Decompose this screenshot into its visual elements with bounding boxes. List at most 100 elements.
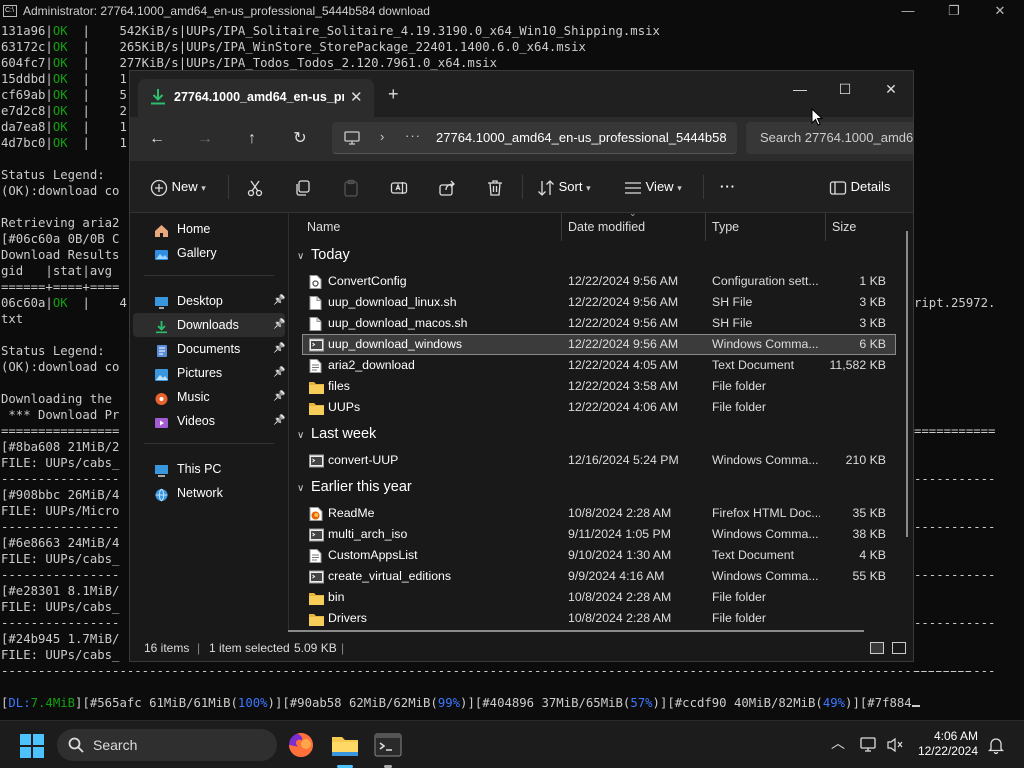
file-row[interactable]: CustomAppsList 9/10/2024 1:30 AM Text Docu… — [302, 545, 896, 566]
new-button[interactable]: New ▾ — [150, 175, 206, 199]
delete-button[interactable] — [486, 175, 504, 199]
file-row[interactable]: convert-UUP 12/16/2024 5:24 PM Windows Com… — [302, 450, 896, 471]
refresh-icon[interactable]: ↻ — [288, 127, 312, 151]
explorer-close-button[interactable]: ✕ — [868, 75, 913, 105]
sidebar-item-label: Music — [177, 390, 210, 404]
console-title-bar[interactable]: C:\ Administrator: 27764.1000_amd64_en-u… — [0, 0, 1024, 23]
explorer-minimize-button[interactable]: — — [777, 75, 823, 105]
console-minimize-button[interactable]: — — [885, 0, 931, 23]
chevron-right-icon[interactable]: › — [380, 129, 384, 144]
group-header[interactable]: ∨ Earlier this year — [297, 479, 412, 495]
search-input[interactable]: Search 27764.1000_amd64_en-us_profession… — [760, 130, 913, 145]
group-header[interactable]: ∨ Last week — [297, 426, 376, 442]
breadcrumb-overflow[interactable]: ··· — [405, 128, 421, 143]
sidebar-item-home[interactable]: Home — [133, 217, 285, 241]
sidebar-item-desktop[interactable]: Desktop 📌 — [133, 289, 285, 313]
cut-button[interactable] — [246, 175, 264, 199]
sort-button[interactable]: Sort ▾ — [537, 175, 591, 199]
file-type: File folder — [712, 379, 766, 393]
column-divider[interactable] — [705, 213, 706, 241]
file-row[interactable]: Drivers 10/8/2024 2:28 AM File folder — [302, 608, 896, 629]
vertical-scrollbar[interactable] — [906, 231, 908, 537]
breadcrumb-current-folder[interactable]: 27764.1000_amd64_en-us_professional_5444… — [436, 130, 726, 145]
videos-icon — [154, 414, 169, 428]
file-row[interactable]: uup_download_linux.sh 12/22/2024 9:56 AM S… — [302, 292, 896, 313]
console-text: )][#7f884 — [845, 696, 912, 710]
pin-icon[interactable]: 📌 — [273, 361, 285, 385]
paste-button[interactable] — [342, 175, 360, 199]
console-close-button[interactable]: ✕ — [977, 0, 1023, 23]
desktop-icon — [154, 294, 169, 309]
search-box[interactable]: Search 27764.1000_amd64_en-us_profession… — [746, 122, 913, 154]
file-row[interactable]: bin 10/8/2024 2:28 AM File folder — [302, 587, 896, 608]
sidebar-item-gallery[interactable]: Gallery — [133, 241, 285, 265]
sidebar-item-network[interactable]: Network — [133, 481, 285, 505]
column-divider[interactable] — [561, 213, 562, 241]
sidebar-item-downloads[interactable]: Downloads 📌 — [133, 313, 285, 337]
sidebar-item-videos[interactable]: Videos 📌 — [133, 409, 285, 433]
view-button[interactable]: View ▾ — [624, 175, 682, 199]
network-status-icon[interactable] — [860, 737, 878, 753]
large-icons-view-icon[interactable] — [892, 642, 906, 654]
status-ok: OK — [52, 136, 68, 150]
console-line: [#e28301 8.1MiB/ — [1, 583, 119, 599]
firefox-icon[interactable] — [284, 728, 318, 762]
address-bar[interactable]: › ··· 27764.1000_amd64_en-us_professiona… — [332, 122, 737, 154]
sort-icon — [538, 179, 554, 196]
pin-icon[interactable]: 📌 — [273, 337, 285, 361]
column-header-name[interactable]: Name — [307, 213, 340, 241]
chevron-up-icon[interactable]: ︿ — [831, 733, 845, 753]
pin-icon[interactable]: 📌 — [273, 289, 285, 313]
console-maximize-button[interactable]: ❐ — [931, 0, 977, 23]
windows-start-icon[interactable] — [20, 734, 44, 758]
column-divider[interactable] — [825, 213, 826, 241]
copy-button[interactable] — [294, 175, 312, 199]
file-size: 55 KB — [852, 569, 887, 583]
console-text: *** Download Pr — [1, 408, 120, 422]
pin-icon[interactable]: 📌 — [273, 409, 285, 433]
new-tab-button[interactable]: + — [388, 84, 399, 105]
console-text: Download Results — [1, 248, 120, 262]
rename-button[interactable] — [390, 175, 408, 199]
back-arrow-icon[interactable]: ← — [145, 127, 169, 151]
tab-close-icon[interactable]: ✕ — [350, 88, 363, 106]
sort-button-label: Sort — [558, 179, 583, 194]
details-button[interactable]: Details — [829, 175, 890, 199]
notification-bell-icon[interactable] — [988, 736, 1004, 754]
column-header-type[interactable]: Type — [712, 213, 739, 241]
file-row[interactable]: ReadMe 10/8/2024 2:28 AM Firefox HTML Doc.… — [302, 503, 896, 524]
highlight-text: DL: — [8, 696, 31, 710]
pin-icon[interactable]: 📌 — [273, 313, 285, 337]
file-row[interactable]: UUPs 12/22/2024 4:06 AM File folder — [302, 397, 896, 418]
volume-muted-icon[interactable] — [886, 737, 904, 753]
forward-arrow-icon[interactable]: → — [193, 127, 217, 151]
column-header-size[interactable]: Size — [832, 213, 856, 241]
terminal-icon[interactable] — [371, 728, 405, 762]
sidebar-item-music[interactable]: Music 📌 — [133, 385, 285, 409]
tab-downloads-folder[interactable]: 27764.1000_amd64_en-us_professional_5444… — [138, 79, 374, 117]
file-row[interactable]: files 12/22/2024 3:58 AM File folder — [302, 376, 896, 397]
sidebar-item-pictures[interactable]: Pictures 📌 — [133, 361, 285, 385]
file-row[interactable]: create_virtual_editions 9/9/2024 4:16 AM W… — [302, 566, 896, 587]
share-button[interactable] — [438, 175, 456, 199]
sidebar-item-documents[interactable]: Documents 📌 — [133, 337, 285, 361]
up-arrow-icon[interactable]: ↑ — [240, 127, 264, 151]
file-row[interactable]: ConvertConfig 12/22/2024 9:56 AM Configura… — [302, 271, 896, 292]
horizontal-scrollbar[interactable] — [288, 630, 864, 632]
console-text: )][#ccdf90 40MiB/82MiB( — [652, 696, 823, 710]
pin-icon[interactable]: 📌 — [273, 385, 285, 409]
sidebar-item-this-pc[interactable]: This PC — [133, 457, 285, 481]
file-explorer-icon[interactable] — [328, 728, 362, 762]
system-clock[interactable]: 4:06 AM 12/22/2024 — [916, 729, 978, 759]
group-header[interactable]: ∨ Today — [297, 247, 350, 263]
file-row[interactable]: aria2_download 12/22/2024 4:05 AM Text Doc… — [302, 355, 896, 376]
details-view-icon[interactable] — [870, 642, 884, 654]
explorer-maximize-button[interactable]: ☐ — [822, 75, 868, 105]
file-row[interactable]: uup_download_macos.sh 12/22/2024 9:56 AM S… — [302, 313, 896, 334]
more-options-button[interactable]: ··· — [720, 175, 736, 199]
file-type: Text Document — [712, 548, 795, 562]
text-cursor — [911, 705, 920, 707]
file-row[interactable]: multi_arch_iso 9/11/2024 1:05 PM Windows C… — [302, 524, 896, 545]
taskbar-search-box[interactable]: Search — [57, 729, 277, 761]
file-row[interactable]: uup_download_windows 12/22/2024 9:56 AM Wi… — [302, 334, 896, 355]
